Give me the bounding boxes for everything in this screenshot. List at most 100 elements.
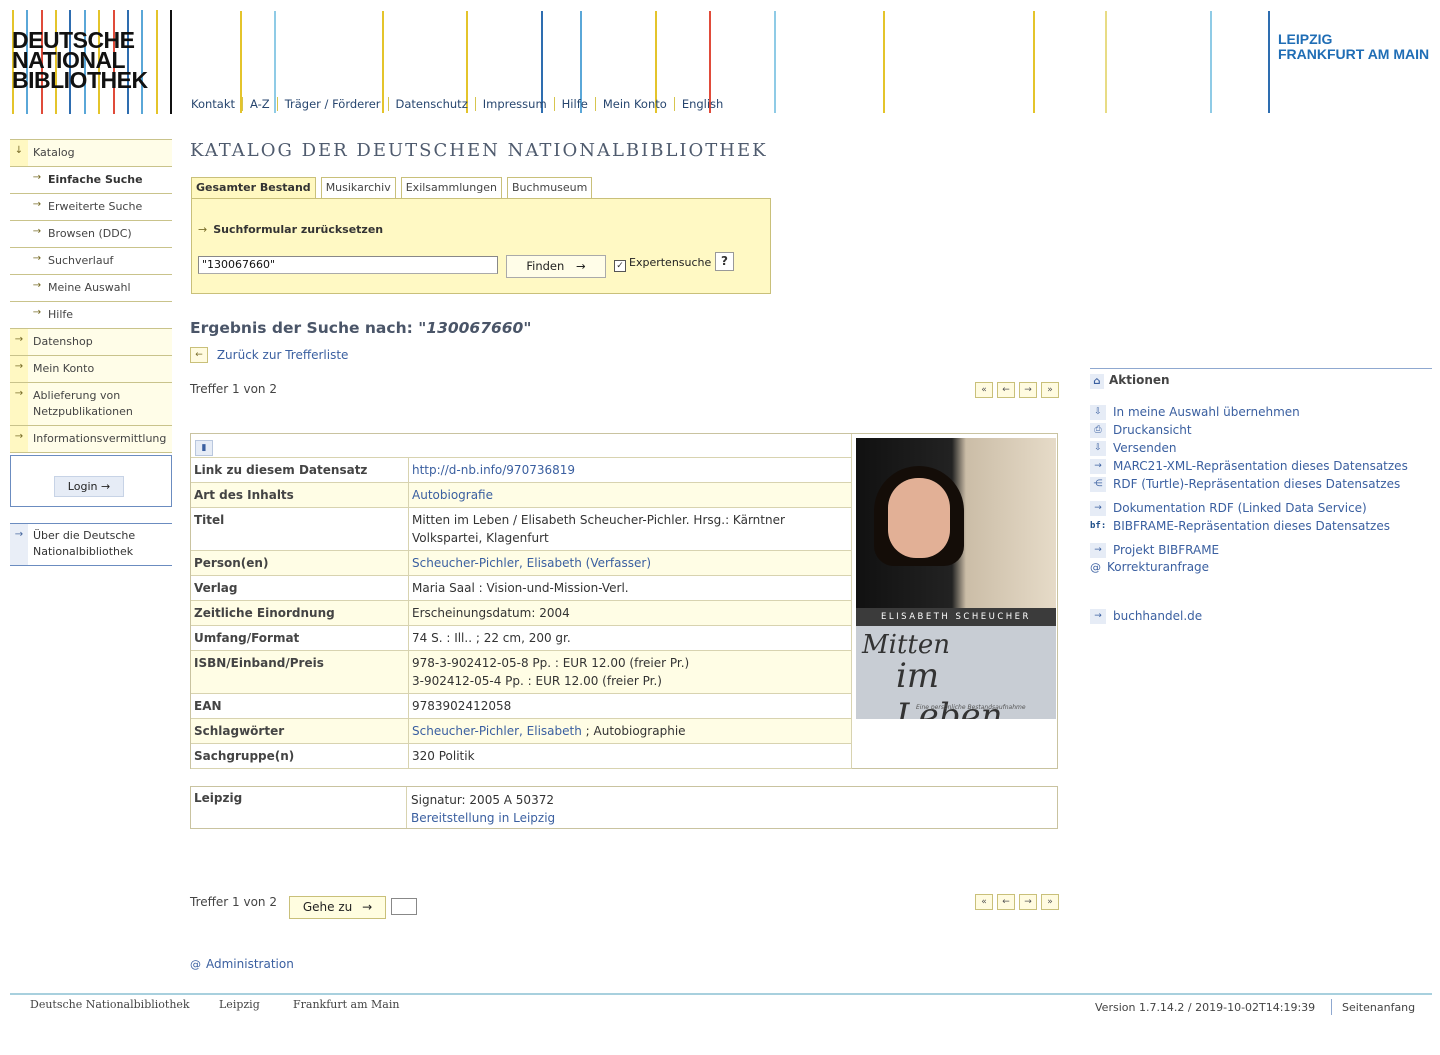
find-button[interactable]: Finden → <box>506 255 606 278</box>
search-input[interactable] <box>198 256 498 274</box>
sidebar-item-suchverlauf[interactable]: → Suchverlauf <box>10 247 172 274</box>
expert-search-checkbox[interactable]: ✓ <box>614 260 626 272</box>
sidebar-item-datenshop[interactable]: → Datenshop <box>10 328 172 355</box>
sidebar-item-einfache-suche[interactable]: → Einfache Suche <box>10 166 172 193</box>
nav-english[interactable]: English <box>673 97 731 111</box>
nav-a-z[interactable]: A-Z <box>242 97 277 111</box>
nav-traeger[interactable]: Träger / Förderer <box>276 97 388 111</box>
footer-separator <box>1331 999 1332 1015</box>
sidebar-item-meine-auswahl[interactable]: → Meine Auswahl <box>10 274 172 301</box>
table-row: ISBN/Einband/Preis 978-3-902412-05-8 Pp. … <box>191 650 852 694</box>
sidebar-item-hilfe[interactable]: → Hilfe <box>10 301 172 328</box>
footer-link-leipzig[interactable]: Leipzig <box>219 998 260 1011</box>
location-frankfurt[interactable]: FRANKFURT AM MAIN <box>1278 47 1429 62</box>
at-icon: @ <box>1090 561 1101 574</box>
last-page-icon[interactable]: » <box>1041 382 1059 398</box>
cover-subtitle: Eine persönliche Bestandsaufnahme <box>916 704 1026 711</box>
action-marc21-xml[interactable]: → MARC21-XML-Repräsentation dieses Datens… <box>1090 459 1408 474</box>
sidebar-item-ablieferung[interactable]: → Ablieferung von Netzpublikationen <box>10 382 172 425</box>
prev-page-icon[interactable]: ← <box>997 382 1015 398</box>
location-leipzig[interactable]: LEIPZIG <box>1278 32 1429 47</box>
action-rdf-docs[interactable]: → Dokumentation RDF (Linked Data Service) <box>1090 501 1367 516</box>
signatur-value: Signatur: 2005 A 50372 <box>411 793 554 807</box>
record-panel: ▮ Link zu diesem Datensatz http://d-nb.in… <box>190 433 1058 769</box>
goto-button[interactable]: Gehe zu → <box>289 896 386 919</box>
download-icon: ⇩ <box>1090 405 1106 420</box>
first-page-icon[interactable]: « <box>975 382 993 398</box>
action-buchhandel[interactable]: → buchhandel.de <box>1090 609 1202 624</box>
tab-gesamter-bestand[interactable]: Gesamter Bestand <box>191 177 316 198</box>
reset-search-link[interactable]: → Suchformular zurücksetzen <box>198 223 383 236</box>
at-icon: @ <box>190 958 201 971</box>
next-page-icon[interactable]: → <box>1019 894 1037 910</box>
record-table: ▮ Link zu diesem Datensatz http://d-nb.in… <box>191 434 852 769</box>
arrow-right-icon: → <box>10 524 28 565</box>
result-heading: Ergebnis der Suche nach: "130067660" <box>190 319 532 337</box>
pager-top: « ← → » <box>975 382 1059 398</box>
prev-page-icon[interactable]: ← <box>997 894 1015 910</box>
hit-counter-top: Treffer 1 von 2 <box>190 382 277 396</box>
back-to-top-link[interactable]: Seitenanfang <box>1342 1001 1415 1014</box>
nav-kontakt[interactable]: Kontakt <box>183 97 242 111</box>
arrow-right-icon: → <box>32 226 42 237</box>
footer-link-dnb[interactable]: Deutsche Nationalbibliothek <box>30 998 190 1011</box>
action-correction-request[interactable]: @ Korrekturanfrage <box>1090 560 1209 574</box>
back-to-list-link[interactable]: ← Zurück zur Trefferliste <box>190 347 348 363</box>
footer-link-frankfurt[interactable]: Frankfurt am Main <box>293 998 399 1011</box>
footer-divider <box>10 993 1432 995</box>
pager-bottom: « ← → » <box>975 894 1059 910</box>
nav-impressum[interactable]: Impressum <box>474 97 554 111</box>
ean-value: 9783902412058 <box>408 693 852 719</box>
table-row: Art des Inhalts Autobiografie <box>191 482 852 508</box>
hit-counter-bottom: Treffer 1 von 2 <box>190 895 277 909</box>
table-row: EAN 9783902412058 <box>191 693 852 719</box>
last-page-icon[interactable]: » <box>1041 894 1059 910</box>
action-rdf-turtle[interactable]: ⋲ RDF (Turtle)-Repräsentation dieses Date… <box>1090 477 1400 492</box>
arrow-right-icon: → <box>100 480 111 493</box>
action-print-view[interactable]: ⎙ Druckansicht <box>1090 423 1192 438</box>
admin-link[interactable]: @ Administration <box>190 957 294 971</box>
nav-datenschutz[interactable]: Datenschutz <box>387 97 475 111</box>
login-button[interactable]: Login → <box>54 476 124 497</box>
tab-musikarchiv[interactable]: Musikarchiv <box>320 177 396 198</box>
table-row: Sachgruppe(n) 320 Politik <box>191 743 852 769</box>
sidebar-item-about[interactable]: → Über die Deutsche Nationalbibliothek <box>10 523 172 566</box>
first-page-icon[interactable]: « <box>975 894 993 910</box>
arrow-right-icon: → <box>32 172 42 183</box>
sidebar-item-browsen[interactable]: → Browsen (DDC) <box>10 220 172 247</box>
book-icon: ▮ <box>195 439 213 456</box>
record-link[interactable]: http://d-nb.info/970736819 <box>412 463 575 477</box>
nav-hilfe[interactable]: Hilfe <box>553 97 595 111</box>
sidebar-item-mein-konto[interactable]: → Mein Konto <box>10 355 172 382</box>
arrow-right-icon: → <box>575 259 586 273</box>
arrow-right-icon: → <box>1090 501 1106 516</box>
arrow-right-icon: → <box>32 199 42 210</box>
result-query: "130067660" <box>418 319 532 337</box>
logo-wordmark: DEUTSCHE NATIONAL BIBLIOTHEK <box>12 27 148 93</box>
column-divider <box>851 434 852 769</box>
help-button[interactable]: ? <box>715 252 734 271</box>
sidebar-item-erweiterte-suche[interactable]: → Erweiterte Suche <box>10 193 172 220</box>
tab-exilsammlungen[interactable]: Exilsammlungen <box>400 177 502 198</box>
subject-link[interactable]: Scheucher-Pichler, Elisabeth <box>412 724 582 738</box>
bibframe-icon: bf: <box>1090 521 1107 531</box>
search-form: →Suchformular zurücksetzen Finden → ✓ Ex… <box>191 198 771 294</box>
next-page-icon[interactable]: → <box>1019 382 1037 398</box>
content-type-link[interactable]: Autobiografie <box>412 488 493 502</box>
arrow-right-icon: → <box>10 329 28 355</box>
provision-link[interactable]: Bereitstellung in Leipzig <box>411 811 555 825</box>
person-link[interactable]: Scheucher-Pichler, Elisabeth (Verfasser) <box>412 556 651 570</box>
action-send[interactable]: ⇩ Versenden <box>1090 441 1176 456</box>
sidebar-item-informationsvermittlung[interactable]: → Informationsvermittlung <box>10 425 172 453</box>
tab-buchmuseum[interactable]: Buchmuseum <box>506 177 593 198</box>
goto-input[interactable] <box>391 898 417 915</box>
nav-mein-konto[interactable]: Mein Konto <box>594 97 674 111</box>
arrow-right-icon: → <box>32 253 42 264</box>
dnb-logo[interactable]: DEUTSCHE NATIONAL BIBLIOTHEK <box>12 10 172 114</box>
page-title: KATALOG DER DEUTSCHEN NATIONALBIBLIOTHEK <box>190 140 768 161</box>
action-add-to-selection[interactable]: ⇩ In meine Auswahl übernehmen <box>1090 405 1300 420</box>
action-bibframe[interactable]: bf: BIBFRAME-Repräsentation dieses Datens… <box>1090 519 1390 534</box>
sidebar-item-katalog[interactable]: ↓ Katalog <box>10 139 172 166</box>
action-projekt-bibframe[interactable]: → Projekt BIBFRAME <box>1090 543 1219 558</box>
share-icon: ⋲ <box>1090 477 1106 492</box>
